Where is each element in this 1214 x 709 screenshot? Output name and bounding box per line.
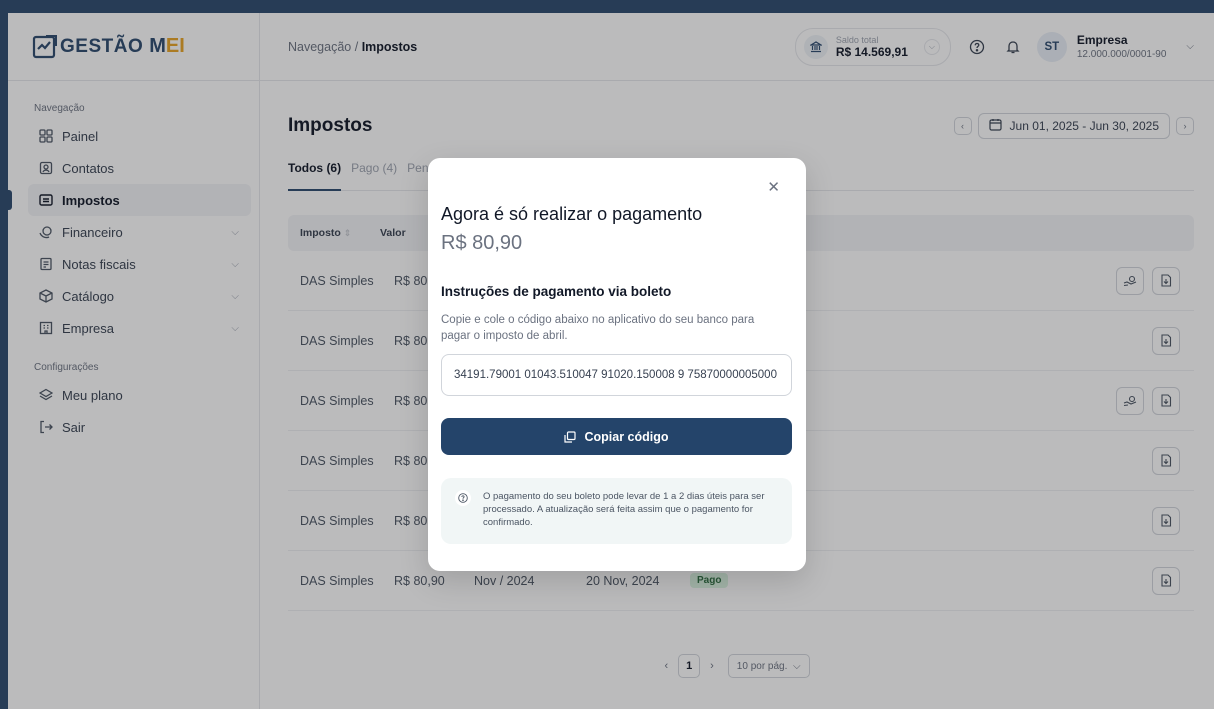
modal-amount: R$ 80,90 — [441, 232, 523, 254]
info-notice: O pagamento do seu boleto pode levar de … — [441, 478, 792, 544]
boleto-code-field[interactable]: 34191.79001 01043.510047 91020.150008 9 … — [441, 354, 792, 396]
payment-modal: ✕ Agora é só realizar o pagamento R$ 80,… — [428, 158, 806, 571]
modal-title: Agora é só realizar o pagamento — [441, 204, 703, 224]
modal-description: Copie e cole o código abaixo no aplicati… — [441, 314, 755, 342]
copy-code-button[interactable]: Copiar código — [441, 418, 792, 455]
close-icon[interactable]: ✕ — [767, 178, 780, 196]
copy-icon — [564, 430, 577, 443]
help-circle-icon — [455, 490, 471, 506]
info-text: O pagamento do seu boleto pode levar de … — [483, 491, 765, 528]
modal-subtitle: Instruções de pagamento via boleto — [441, 284, 672, 299]
copy-button-label: Copiar código — [584, 429, 669, 444]
